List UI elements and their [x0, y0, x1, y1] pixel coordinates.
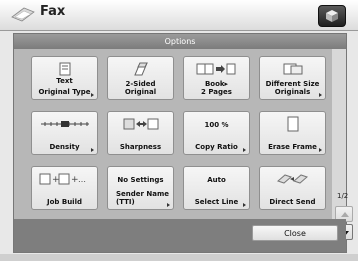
book-to-2-pages-icon: [184, 60, 249, 78]
density-scale-icon: [32, 115, 97, 133]
chevron-right-icon: [243, 148, 246, 152]
tile-different-size-originals[interactable]: Different Size Originals: [259, 56, 326, 100]
tile-job-build[interactable]: + +… Job Build: [31, 166, 98, 210]
sender-name-label: Sender Name (TTI): [116, 190, 170, 206]
chevron-right-icon: [91, 148, 94, 152]
direct-send-icon: [260, 170, 325, 188]
different-size-originals-icon: [260, 60, 325, 78]
density-label: Density: [49, 143, 80, 151]
sharpness-icon: [108, 115, 173, 133]
chevron-right-icon: [319, 148, 322, 152]
tile-book-2-pages[interactable]: Book▸ 2 Pages: [183, 56, 250, 100]
svg-text:…: …: [78, 175, 86, 184]
select-line-value: Auto: [207, 176, 226, 184]
system-icon[interactable]: [318, 5, 346, 27]
sender-name-value: No Settings: [117, 176, 164, 184]
options-grid: Text Original Type 2-Sided Original Book…: [14, 49, 332, 219]
tile-erase-frame[interactable]: Erase Frame: [259, 111, 326, 155]
different-size-originals-label: Different Size Originals: [265, 80, 320, 96]
options-panel: Options Text Original Type 2-Sided Origi…: [13, 33, 353, 253]
chevron-right-icon: [243, 203, 246, 207]
book-2-pages-label: Book▸ 2 Pages: [201, 80, 232, 96]
erase-frame-icon: [260, 115, 325, 133]
tile-direct-send[interactable]: Direct Send: [259, 166, 326, 210]
two-sided-original-icon: [108, 60, 173, 78]
tile-two-sided-original[interactable]: 2-Sided Original: [107, 56, 174, 100]
chevron-right-icon: [167, 203, 170, 207]
chevron-right-icon: [91, 93, 94, 97]
copy-ratio-label: Copy Ratio: [195, 143, 238, 151]
page-indicator: 1/2: [337, 192, 349, 200]
title-bar: Fax: [0, 0, 358, 31]
status-strip: [0, 254, 358, 261]
svg-text:+: +: [52, 175, 60, 185]
panel-footer: Close: [14, 219, 346, 252]
sharpness-label: Sharpness: [119, 143, 162, 151]
original-type-value: Text: [56, 77, 73, 85]
select-line-label: Select Line: [194, 198, 239, 206]
job-build-label: Job Build: [47, 198, 82, 206]
tile-sender-name[interactable]: No Settings Sender Name (TTI): [107, 166, 174, 210]
tile-select-line[interactable]: Auto Select Line: [183, 166, 250, 210]
copy-ratio-value: 100 %: [204, 121, 229, 129]
options-header: Options: [14, 34, 346, 49]
two-sided-original-label: 2-Sided Original: [124, 80, 157, 96]
close-button[interactable]: Close: [252, 225, 338, 241]
window-title: Fax: [40, 4, 66, 19]
tile-copy-ratio[interactable]: 100 % Copy Ratio: [183, 111, 250, 155]
chevron-right-icon: [319, 93, 322, 97]
erase-frame-label: Erase Frame: [268, 143, 317, 151]
tile-original-type[interactable]: Text Original Type: [31, 56, 98, 100]
tile-density[interactable]: Density: [31, 111, 98, 155]
job-build-icon: + +…: [32, 170, 97, 188]
fax-icon: [10, 5, 36, 25]
original-type-label: Original Type: [38, 88, 91, 96]
tile-sharpness[interactable]: Sharpness: [107, 111, 174, 155]
direct-send-label: Direct Send: [269, 198, 316, 206]
text-document-icon: [32, 60, 97, 78]
